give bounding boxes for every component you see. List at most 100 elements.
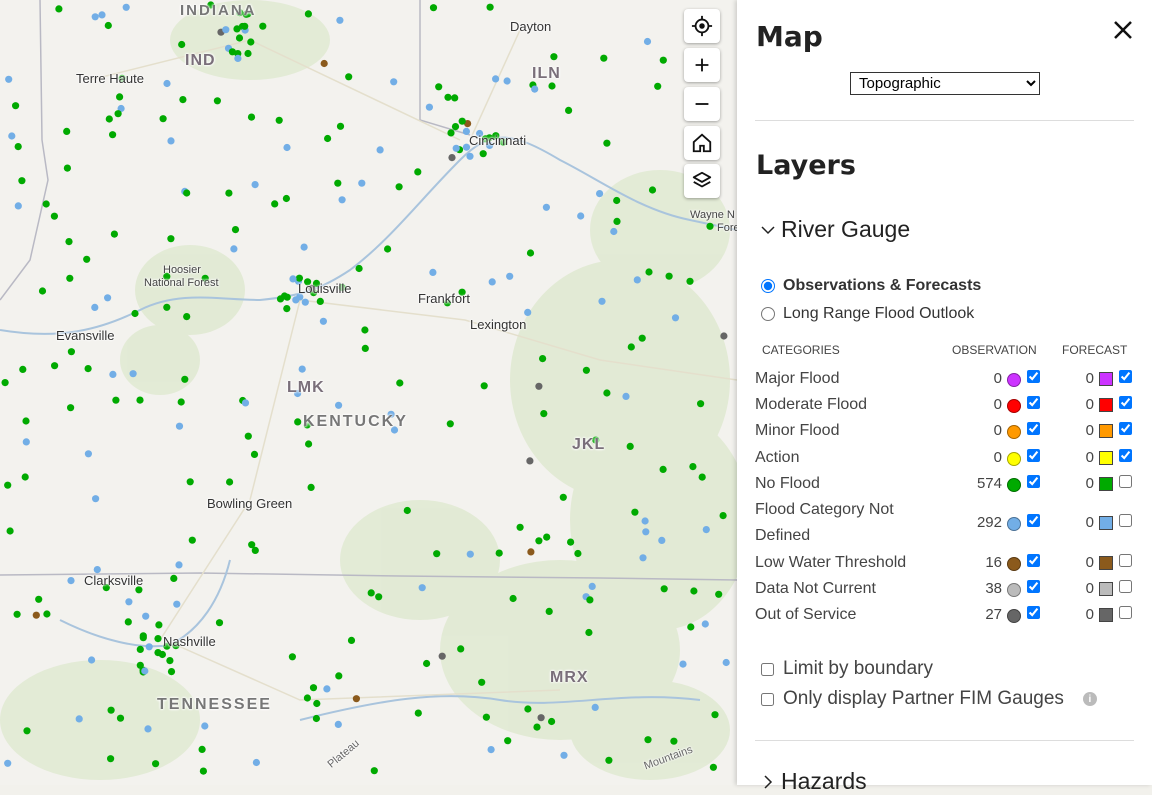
- gauge-marker[interactable]: [248, 541, 256, 549]
- gauge-marker[interactable]: [283, 143, 291, 152]
- gauge-marker[interactable]: [324, 134, 332, 143]
- gauge-marker[interactable]: [201, 722, 209, 730]
- gauge-marker[interactable]: [312, 714, 320, 723]
- gauge-marker[interactable]: [370, 767, 378, 775]
- gauge-marker[interactable]: [292, 296, 300, 304]
- gauge-marker[interactable]: [447, 129, 455, 137]
- gauge-marker[interactable]: [335, 672, 343, 680]
- gauge-marker[interactable]: [22, 417, 30, 425]
- gauge-marker[interactable]: [55, 5, 63, 13]
- gauge-marker[interactable]: [487, 746, 495, 754]
- gauge-marker[interactable]: [12, 102, 20, 110]
- gauge-marker[interactable]: [294, 418, 302, 426]
- gauge-marker[interactable]: [540, 410, 548, 418]
- gauge-marker[interactable]: [8, 132, 16, 140]
- gauge-marker[interactable]: [526, 457, 534, 465]
- gauge-marker[interactable]: [43, 610, 51, 618]
- gauge-marker[interactable]: [213, 97, 221, 105]
- gauge-marker[interactable]: [152, 760, 160, 768]
- gauge-marker[interactable]: [720, 332, 728, 340]
- gauge-marker[interactable]: [19, 365, 27, 373]
- gauge-marker[interactable]: [665, 272, 673, 280]
- forecast-checkbox[interactable]: [1119, 396, 1132, 409]
- gauge-marker[interactable]: [104, 294, 112, 302]
- gauge-marker[interactable]: [136, 645, 144, 654]
- gauge-marker[interactable]: [697, 400, 705, 408]
- gauge-marker[interactable]: [107, 755, 115, 763]
- gauge-marker[interactable]: [22, 438, 30, 446]
- limit-by-boundary-option[interactable]: Limit by boundary: [761, 658, 933, 680]
- gauge-marker[interactable]: [478, 678, 486, 686]
- gauge-marker[interactable]: [104, 21, 112, 30]
- gauge-marker[interactable]: [91, 303, 99, 311]
- gauge-marker[interactable]: [88, 656, 96, 664]
- river-gauge-toggle[interactable]: River Gauge: [759, 216, 910, 243]
- gauge-marker[interactable]: [251, 181, 259, 189]
- gauge-marker[interactable]: [479, 150, 487, 158]
- gauge-marker[interactable]: [516, 523, 524, 531]
- gauge-marker[interactable]: [309, 684, 318, 692]
- gauge-marker[interactable]: [488, 278, 496, 286]
- gauge-marker[interactable]: [550, 53, 558, 61]
- gauge-marker[interactable]: [233, 25, 241, 33]
- gauge-marker[interactable]: [524, 308, 532, 316]
- gauge-marker[interactable]: [110, 230, 118, 238]
- gauge-marker[interactable]: [35, 595, 43, 603]
- gauge-marker[interactable]: [154, 649, 162, 657]
- gauge-marker[interactable]: [145, 643, 153, 651]
- gauge-marker[interactable]: [423, 659, 431, 668]
- gauge-marker[interactable]: [175, 422, 184, 430]
- gauge-marker[interactable]: [136, 396, 144, 404]
- gauge-marker[interactable]: [65, 238, 73, 246]
- gauge-marker[interactable]: [244, 49, 252, 58]
- gauge-marker[interactable]: [466, 550, 474, 558]
- forecast-checkbox[interactable]: [1119, 449, 1132, 462]
- gauge-marker[interactable]: [698, 473, 706, 481]
- gauge-marker[interactable]: [283, 305, 291, 313]
- gauge-marker[interactable]: [114, 110, 122, 118]
- gauge-marker[interactable]: [336, 16, 344, 24]
- gauge-marker[interactable]: [715, 590, 723, 598]
- map-view[interactable]: INDIANA IND Terre Haute Dayton ILN Cinci…: [0, 0, 737, 785]
- home-button[interactable]: [684, 126, 720, 160]
- gauge-marker[interactable]: [560, 751, 568, 759]
- gauge-marker[interactable]: [109, 131, 117, 139]
- gauge-marker[interactable]: [66, 274, 74, 282]
- observation-checkbox[interactable]: [1027, 449, 1040, 462]
- gauge-marker[interactable]: [14, 202, 22, 210]
- gauge-marker[interactable]: [458, 117, 466, 125]
- gauge-marker[interactable]: [535, 382, 543, 390]
- basemap-select[interactable]: Topographic: [850, 72, 1040, 95]
- gauge-marker[interactable]: [482, 713, 490, 721]
- gauge-marker[interactable]: [567, 538, 575, 546]
- gauge-marker[interactable]: [247, 113, 256, 121]
- gauge-marker[interactable]: [175, 561, 183, 569]
- gauge-marker[interactable]: [84, 450, 92, 458]
- gauge-marker[interactable]: [323, 685, 331, 693]
- gauge-marker[interactable]: [116, 93, 124, 101]
- gauge-marker[interactable]: [215, 619, 224, 627]
- gauge-marker[interactable]: [526, 249, 535, 257]
- gauge-marker[interactable]: [1, 379, 9, 387]
- gauge-marker[interactable]: [480, 382, 488, 390]
- gauge-marker[interactable]: [14, 143, 22, 151]
- gauge-marker[interactable]: [234, 54, 242, 63]
- gauge-marker[interactable]: [548, 82, 556, 90]
- gauge-marker[interactable]: [396, 379, 404, 387]
- gauge-marker[interactable]: [451, 123, 460, 131]
- gauge-marker[interactable]: [116, 714, 125, 722]
- gauge-marker[interactable]: [199, 767, 207, 775]
- gauge-marker[interactable]: [307, 483, 315, 491]
- gauge-marker[interactable]: [610, 227, 618, 236]
- observation-checkbox[interactable]: [1027, 422, 1040, 435]
- gauge-marker[interactable]: [660, 585, 668, 593]
- gauge-marker[interactable]: [42, 200, 50, 208]
- gauge-marker[interactable]: [129, 370, 137, 378]
- radio-long-range-outlook[interactable]: Long Range Flood Outlook: [761, 305, 974, 323]
- gauge-marker[interactable]: [63, 127, 71, 135]
- radio-observations-forecasts[interactable]: Observations & Forecasts: [761, 277, 981, 295]
- gauge-marker[interactable]: [548, 717, 556, 726]
- hazards-toggle[interactable]: Hazards: [759, 768, 867, 795]
- close-icon[interactable]: [1111, 18, 1135, 42]
- gauge-marker[interactable]: [376, 146, 384, 154]
